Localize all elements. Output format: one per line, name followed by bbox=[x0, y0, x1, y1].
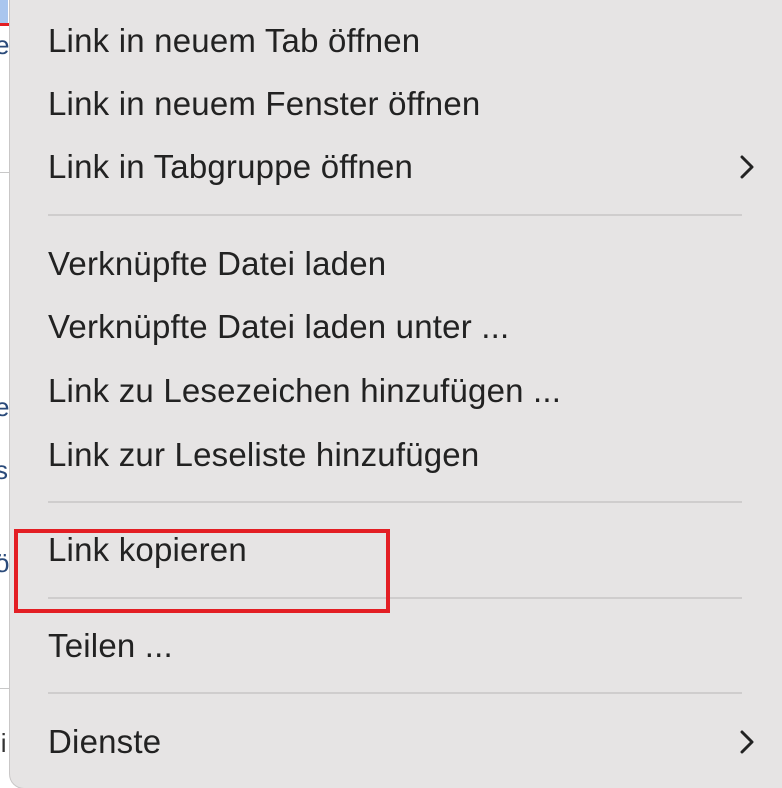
menu-item-open-in-tab-group[interactable]: Link in Tabgruppe öffnen bbox=[48, 137, 770, 197]
background-text-fragment: ö bbox=[0, 548, 9, 578]
menu-item-label: Teilen ... bbox=[48, 627, 173, 664]
menu-item-label: Link zu Lesezeichen hinzufügen ... bbox=[48, 372, 562, 409]
menu-item-download-linked-file-as[interactable]: Verknüpfte Datei laden unter ... bbox=[48, 297, 770, 357]
menu-item-label: Verknüpfte Datei laden bbox=[48, 245, 387, 282]
menu-item-download-linked-file[interactable]: Verknüpfte Datei laden bbox=[48, 234, 770, 294]
menu-item-services[interactable]: Dienste bbox=[48, 712, 770, 772]
menu-item-label: Dienste bbox=[48, 723, 162, 760]
chevron-right-icon bbox=[714, 155, 770, 179]
screenshot-stage: e l e s ö li Link in neuem Tab öffnen Li… bbox=[0, 0, 782, 788]
menu-item-label: Verknüpfte Datei laden unter ... bbox=[48, 308, 510, 345]
menu-item-label: Link zur Leseliste hinzufügen bbox=[48, 436, 480, 473]
menu-item-add-link-to-reading-list[interactable]: Link zur Leseliste hinzufügen bbox=[48, 425, 770, 485]
menu-item-label: Link in neuem Fenster öffnen bbox=[48, 85, 481, 122]
background-text-fragment: li bbox=[0, 728, 7, 758]
menu-item-add-link-to-bookmarks[interactable]: Link zu Lesezeichen hinzufügen ... bbox=[48, 361, 770, 421]
menu-item-label: Link in neuem Tab öffnen bbox=[48, 22, 421, 59]
background-text-fragment: s bbox=[0, 455, 8, 485]
menu-item-open-in-new-window[interactable]: Link in neuem Fenster öffnen bbox=[48, 74, 770, 134]
background-text-fragment: e bbox=[0, 392, 9, 422]
menu-item-share[interactable]: Teilen ... bbox=[48, 616, 770, 676]
menu-separator bbox=[48, 692, 742, 694]
menu-separator bbox=[48, 501, 742, 503]
menu-item-label: Link in Tabgruppe öffnen bbox=[48, 148, 414, 185]
chevron-right-icon bbox=[714, 730, 770, 754]
background-text-fragment: l bbox=[0, 125, 9, 156]
background-text-fragment: e bbox=[0, 30, 9, 60]
context-menu: Link in neuem Tab öffnen Link in neuem F… bbox=[10, 0, 782, 788]
annotation-highlight-box bbox=[14, 529, 390, 613]
menu-separator bbox=[48, 214, 742, 216]
menu-item-open-in-new-tab[interactable]: Link in neuem Tab öffnen bbox=[48, 11, 770, 71]
